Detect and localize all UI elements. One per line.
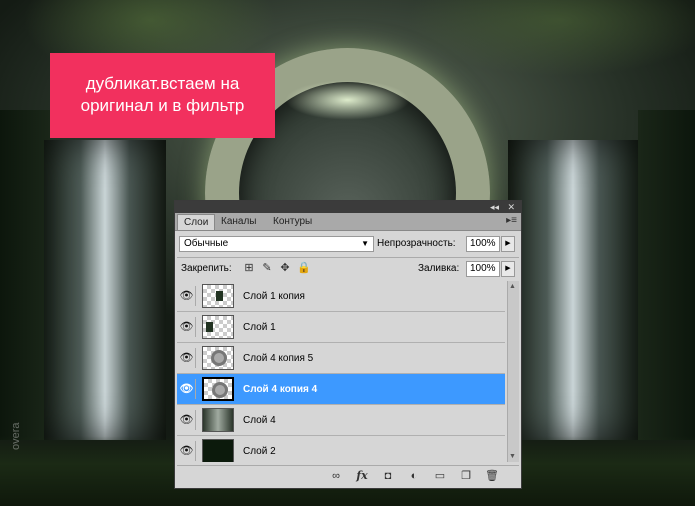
eye-icon[interactable]: 👁 bbox=[178, 348, 196, 368]
collapse-icon[interactable]: ◂◂ bbox=[490, 201, 499, 213]
layer-thumbnail bbox=[202, 408, 234, 432]
layer-row[interactable]: 👁 Слой 1 копия bbox=[177, 281, 505, 312]
layer-row[interactable]: 👁 Слой 4 копия 5 bbox=[177, 343, 505, 374]
lock-move-icon[interactable]: ✥ bbox=[279, 261, 291, 275]
lock-icons: ⊞ ✎ ✥ 🔒 bbox=[243, 261, 311, 275]
layer-name: Слой 4 копия 4 bbox=[243, 384, 318, 395]
eye-icon[interactable]: 👁 bbox=[178, 441, 196, 461]
lock-row: Закрепить: ⊞ ✎ ✥ 🔒 Заливка: 100% ▶ bbox=[179, 261, 517, 277]
instruction-banner: дубликат.встаем на оригинал и в фильтр bbox=[50, 53, 275, 138]
left-waterfall-panel bbox=[44, 140, 166, 440]
eye-icon[interactable]: 👁 bbox=[178, 317, 196, 337]
layers-scrollbar[interactable]: ▲ ▼ bbox=[507, 281, 519, 462]
menu-icon[interactable]: ▸≡ bbox=[506, 215, 517, 226]
layer-thumbnail bbox=[202, 315, 234, 339]
tab-channels[interactable]: Каналы bbox=[215, 214, 263, 230]
layer-row[interactable]: 👁 Слой 1 bbox=[177, 312, 505, 343]
lock-brush-icon[interactable]: ✎ bbox=[261, 261, 273, 275]
layer-thumbnail bbox=[202, 284, 234, 308]
layer-name: Слой 1 bbox=[243, 322, 276, 333]
adjustment-icon[interactable]: ◐ bbox=[407, 469, 421, 483]
lock-label: Закрепить: bbox=[181, 263, 232, 274]
tab-layers[interactable]: Слои bbox=[177, 214, 216, 230]
layer-row[interactable]: 👁 Слой 4 bbox=[177, 405, 505, 436]
blend-row: Обычные ▼ Непрозрачность: 100% ▶ bbox=[179, 236, 517, 252]
lock-all-icon[interactable]: 🔒 bbox=[297, 261, 311, 275]
fill-label: Заливка: bbox=[418, 263, 460, 274]
layer-name: Слой 4 копия 5 bbox=[243, 353, 314, 364]
layer-thumbnail bbox=[202, 377, 234, 401]
eye-icon[interactable]: 👁 bbox=[178, 410, 196, 430]
panel-titlebar[interactable]: ◂◂ ✕ bbox=[175, 201, 521, 213]
canvas-ring-glow bbox=[285, 80, 410, 120]
link-icon[interactable]: ∞ bbox=[329, 469, 343, 483]
scroll-up-icon[interactable]: ▲ bbox=[509, 283, 516, 290]
fill-slider-button[interactable]: ▶ bbox=[501, 261, 515, 277]
tab-paths[interactable]: Контуры bbox=[267, 214, 318, 230]
right-panel-edge bbox=[638, 110, 695, 440]
panel-tabs: Слои Каналы Контуры ▸≡ bbox=[175, 213, 521, 231]
panel-bottom-bar: ∞ fx ◘ ◐ ▭ ❐ 🗑 bbox=[177, 465, 519, 486]
left-panel-edge bbox=[0, 110, 50, 440]
fx-icon[interactable]: fx bbox=[355, 469, 369, 483]
watermark: overa bbox=[10, 422, 22, 450]
right-waterfall-panel bbox=[508, 140, 638, 440]
opacity-slider-button[interactable]: ▶ bbox=[501, 236, 515, 252]
chevron-down-icon: ▼ bbox=[361, 239, 369, 248]
trash-icon[interactable]: 🗑 bbox=[485, 469, 499, 483]
layer-thumbnail bbox=[202, 346, 234, 370]
layer-row-selected[interactable]: 👁 Слой 4 копия 4 bbox=[177, 374, 505, 405]
mask-icon[interactable]: ◘ bbox=[381, 469, 395, 483]
layer-name: Слой 1 копия bbox=[243, 291, 305, 302]
blend-mode-select[interactable]: Обычные ▼ bbox=[179, 236, 374, 252]
lock-transparent-icon[interactable]: ⊞ bbox=[243, 261, 255, 275]
scroll-down-icon[interactable]: ▼ bbox=[509, 453, 516, 460]
eye-icon[interactable]: 👁 bbox=[178, 379, 196, 399]
close-icon[interactable]: ✕ bbox=[507, 201, 515, 213]
folder-icon[interactable]: ▭ bbox=[433, 469, 447, 483]
layer-row[interactable]: 👁 Слой 2 bbox=[177, 436, 505, 462]
divider bbox=[177, 257, 519, 258]
opacity-input[interactable]: 100% bbox=[466, 236, 500, 252]
layer-name: Слой 4 bbox=[243, 415, 276, 426]
blend-mode-value: Обычные bbox=[184, 238, 229, 249]
fill-input[interactable]: 100% bbox=[466, 261, 500, 277]
panel-actions: ∞ fx ◘ ◐ ▭ ❐ 🗑 bbox=[329, 469, 499, 483]
layers-list: 👁 Слой 1 копия 👁 Слой 1 👁 Слой 4 копия 5… bbox=[177, 281, 505, 462]
new-layer-icon[interactable]: ❐ bbox=[459, 469, 473, 483]
eye-icon[interactable]: 👁 bbox=[178, 286, 196, 306]
opacity-label: Непрозрачность: bbox=[377, 238, 456, 249]
layers-panel: ◂◂ ✕ Слои Каналы Контуры ▸≡ Обычные ▼ Не… bbox=[174, 200, 522, 489]
layer-thumbnail bbox=[202, 439, 234, 462]
layer-name: Слой 2 bbox=[243, 446, 276, 457]
